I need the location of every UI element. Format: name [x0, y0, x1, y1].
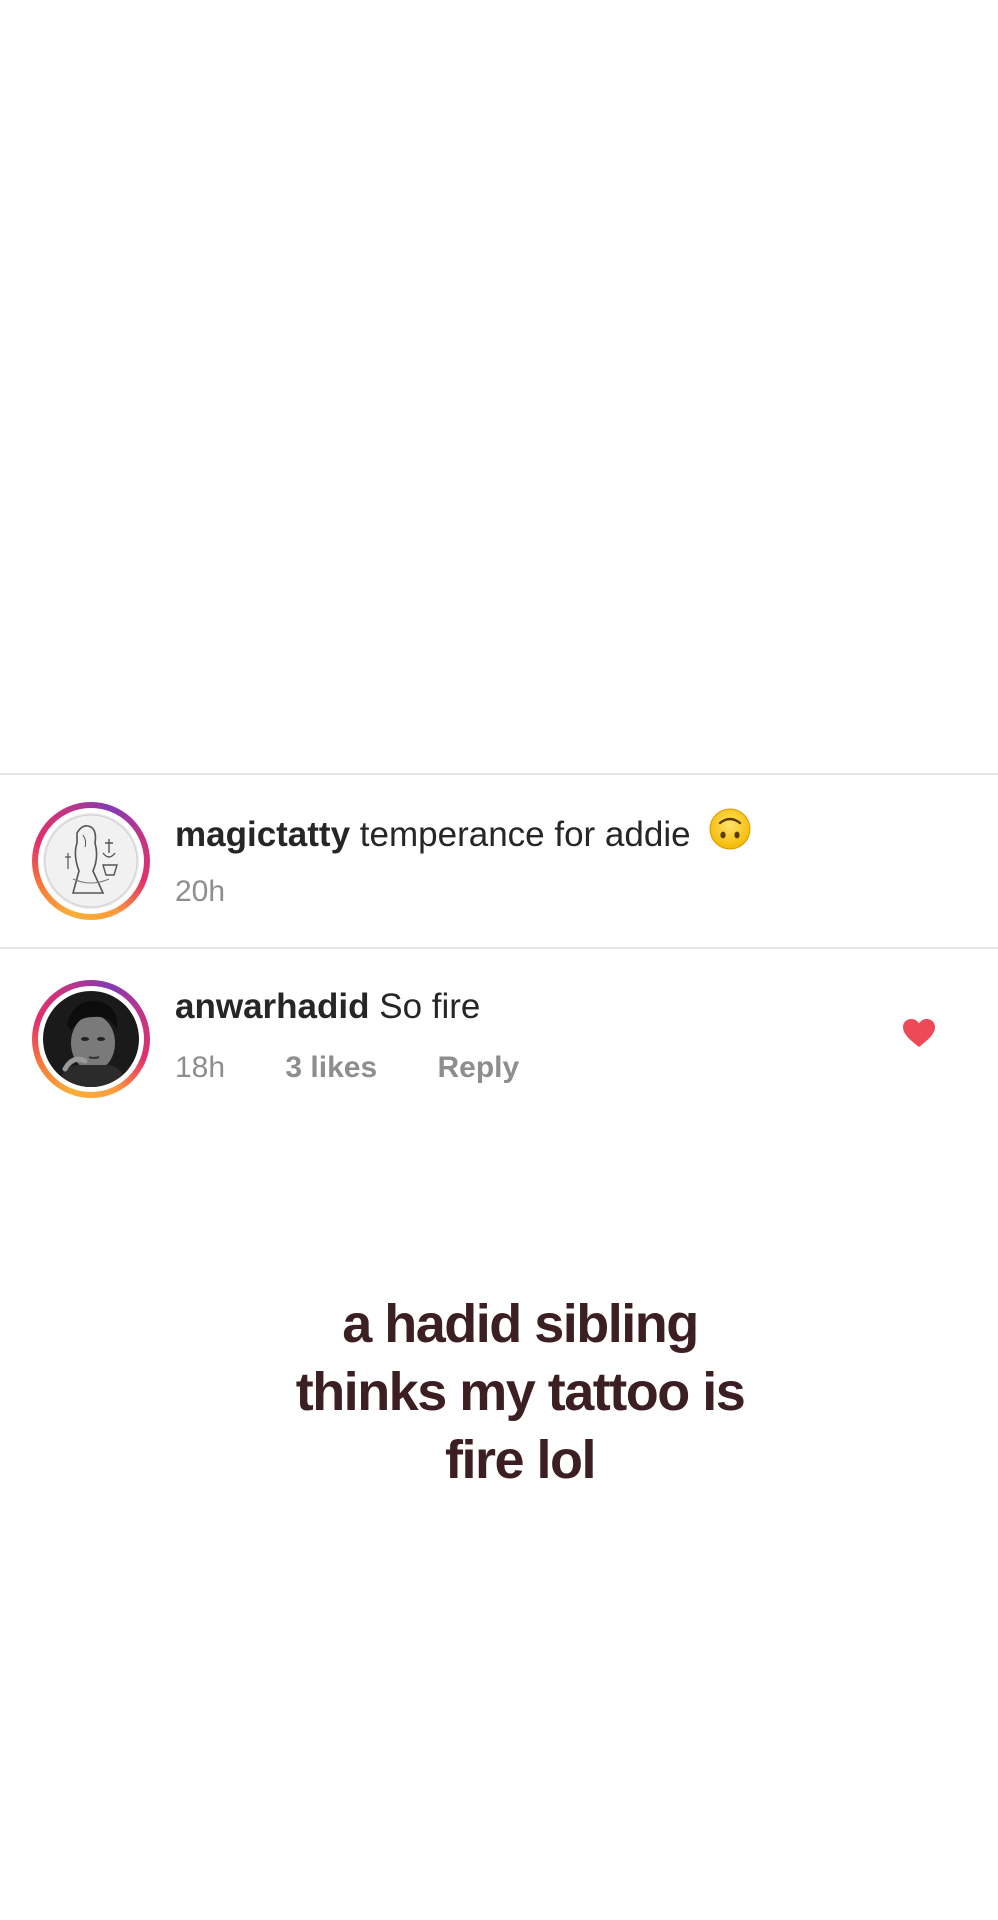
portrait-photo-icon	[43, 991, 139, 1087]
media-area-blank	[0, 0, 998, 773]
comment-row-anwarhadid: anwarhadid So fire 18h 3 likes Reply	[0, 949, 998, 1129]
comment-text: So fire	[379, 987, 481, 1026]
avatar-story-ring[interactable]	[32, 980, 150, 1098]
story-caption: a hadid sibling thinks my tattoo is fire…	[220, 1290, 820, 1494]
comment-meta: 20h	[175, 875, 225, 909]
comment-meta: 18h 3 likes Reply	[175, 1051, 519, 1085]
caption-line: a hadid sibling	[342, 1294, 699, 1354]
reply-button[interactable]: Reply	[438, 1051, 520, 1085]
heart-icon[interactable]	[902, 1018, 936, 1053]
caption-line: thinks my tattoo is	[295, 1362, 746, 1422]
caption-line: fire lol	[444, 1430, 597, 1490]
comment-text: temperance for addie	[359, 814, 691, 854]
comment-timestamp: 18h	[175, 1051, 226, 1084]
comment-likes-count[interactable]: 3 likes	[285, 1051, 377, 1085]
comment-row-magictatty: magictatty temperance for addie 20h	[0, 775, 998, 947]
avatar-magictatty	[43, 813, 139, 909]
tarot-drawing-icon	[43, 813, 139, 909]
avatar-anwarhadid	[43, 991, 139, 1087]
comment-timestamp: 20h	[175, 875, 226, 908]
comment-username[interactable]: magictatty	[175, 815, 350, 854]
comment-text-line: anwarhadid So fire	[175, 987, 480, 1027]
avatar-story-ring[interactable]	[32, 802, 150, 920]
comment-text-line: magictatty temperance for addie	[175, 808, 752, 860]
upside-down-face-emoji-icon	[708, 807, 752, 860]
comment-username[interactable]: anwarhadid	[175, 987, 369, 1026]
